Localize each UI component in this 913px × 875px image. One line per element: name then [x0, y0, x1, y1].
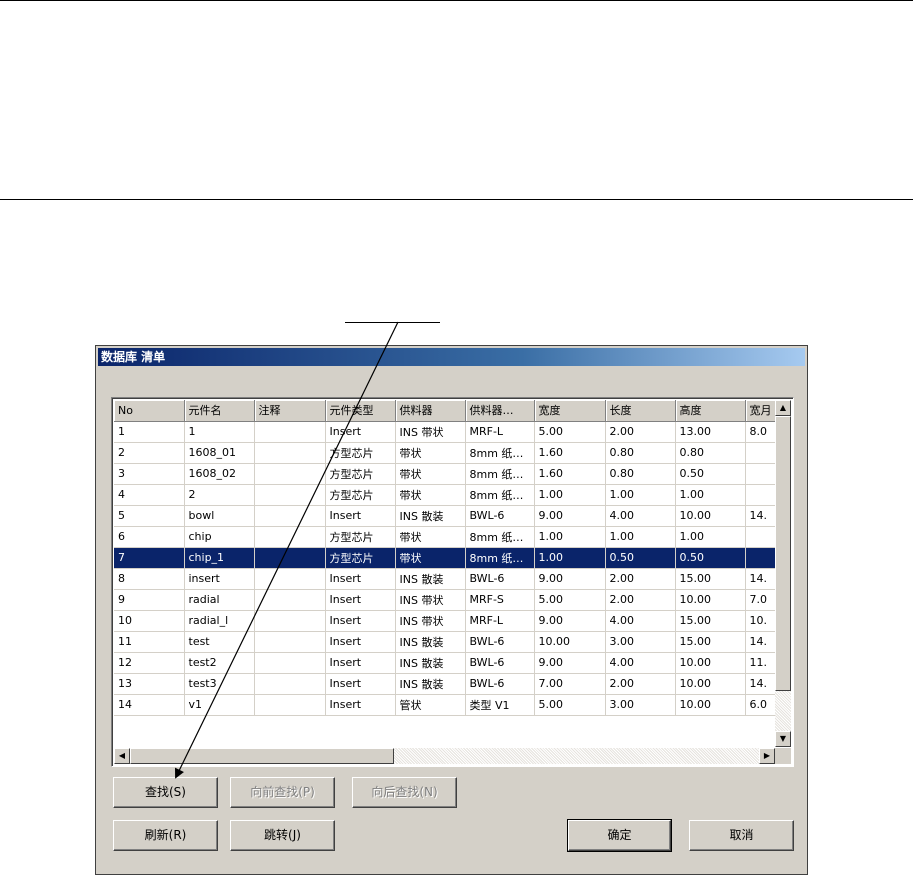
callout-arrow	[175, 321, 399, 779]
callout-arrow-line	[175, 321, 399, 779]
